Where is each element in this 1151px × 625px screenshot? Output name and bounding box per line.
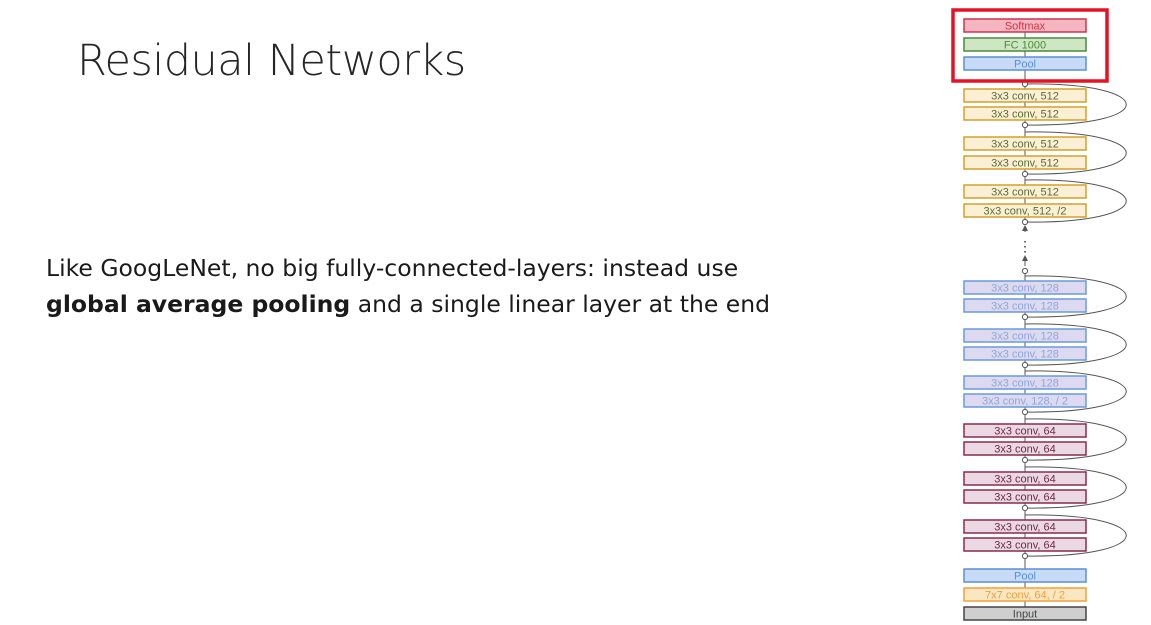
layer-label: 3x3 conv, 512 [991,139,1059,151]
layer-c64: 3x3 conv, 64 [963,519,1087,534]
layer-c64: 3x3 conv, 64 [963,489,1087,504]
layer-c64: 3x3 conv, 64 [963,471,1087,486]
layer-label: 3x3 conv, 512 [991,158,1059,170]
layer-pool: Pool [963,56,1087,71]
layer-label: Pool [1014,571,1036,583]
layer-c512: 3x3 conv, 512 [963,184,1087,199]
add-junction-node [1021,218,1029,226]
resnet-architecture-diagram: ⋮ Softmax FC 1000 Pool 3x3 conv, 512 3x3 con… [951,8,1127,621]
add-junction-node [1021,361,1029,369]
layer-c64: 3x3 conv, 64 [963,537,1087,552]
add-junction-node [1021,456,1029,464]
layer-c128: 3x3 conv, 128 [963,328,1087,343]
layer-c512: 3x3 conv, 512 [963,106,1087,121]
layer-label: 3x3 conv, 64 [994,444,1056,456]
layer-input: Input [963,606,1087,621]
gap-ellipsis: ⋮ [1018,238,1032,254]
layer-label: 3x3 conv, 128, / 2 [982,396,1068,408]
layer-fc: FC 1000 [963,37,1087,52]
layer-label: 3x3 conv, 512 [991,187,1059,199]
add-junction-node [1021,504,1029,512]
layer-c512: 3x3 conv, 512 [963,155,1087,170]
add-junction-node [1021,408,1029,416]
layer-label: 3x3 conv, 512 [991,91,1059,103]
layer-label: 3x3 conv, 64 [994,522,1056,534]
layer-c64: 3x3 conv, 64 [963,423,1087,438]
layer-c512: 3x3 conv, 512 [963,136,1087,151]
layer-softmax: Softmax [963,18,1087,33]
layer-label: 3x3 conv, 512, /2 [984,206,1067,218]
layer-label: Pool [1014,59,1036,71]
layer-c7: 7x7 conv, 64, / 2 [963,587,1087,602]
layer-c128: 3x3 conv, 128 [963,298,1087,313]
add-junction-node [1021,313,1029,321]
layer-label: 3x3 conv, 128 [991,301,1059,313]
layer-c512: 3x3 conv, 512 [963,88,1087,103]
layer-c64: 3x3 conv, 64 [963,441,1087,456]
layer-c128: 3x3 conv, 128 [963,375,1087,390]
layer-pool: Pool [963,568,1087,583]
add-junction-node [1021,121,1029,129]
layer-label: 3x3 conv, 64 [994,426,1056,438]
layer-label: Softmax [1005,21,1046,33]
layer-c128: 3x3 conv, 128 [963,280,1087,295]
add-junction-node [1021,170,1029,178]
add-junction-node [1021,552,1029,560]
layer-label: 7x7 conv, 64, / 2 [985,590,1065,602]
layer-label: 3x3 conv, 64 [994,492,1056,504]
layer-label: 3x3 conv, 512 [991,109,1059,121]
layer-label: Input [1013,609,1037,621]
layer-label: 3x3 conv, 128 [991,283,1059,295]
layer-label: 3x3 conv, 64 [994,540,1056,552]
layer-c512: 3x3 conv, 512, /2 [963,203,1087,218]
layer-c128: 3x3 conv, 128 [963,346,1087,361]
add-junction-node [1021,267,1029,275]
layer-label: 3x3 conv, 128 [991,349,1059,361]
layer-c128: 3x3 conv, 128, / 2 [963,393,1087,408]
layer-label: 3x3 conv, 64 [994,474,1056,486]
layer-label: 3x3 conv, 128 [991,331,1059,343]
layer-label: 3x3 conv, 128 [991,378,1059,390]
layer-label: FC 1000 [1004,40,1046,52]
